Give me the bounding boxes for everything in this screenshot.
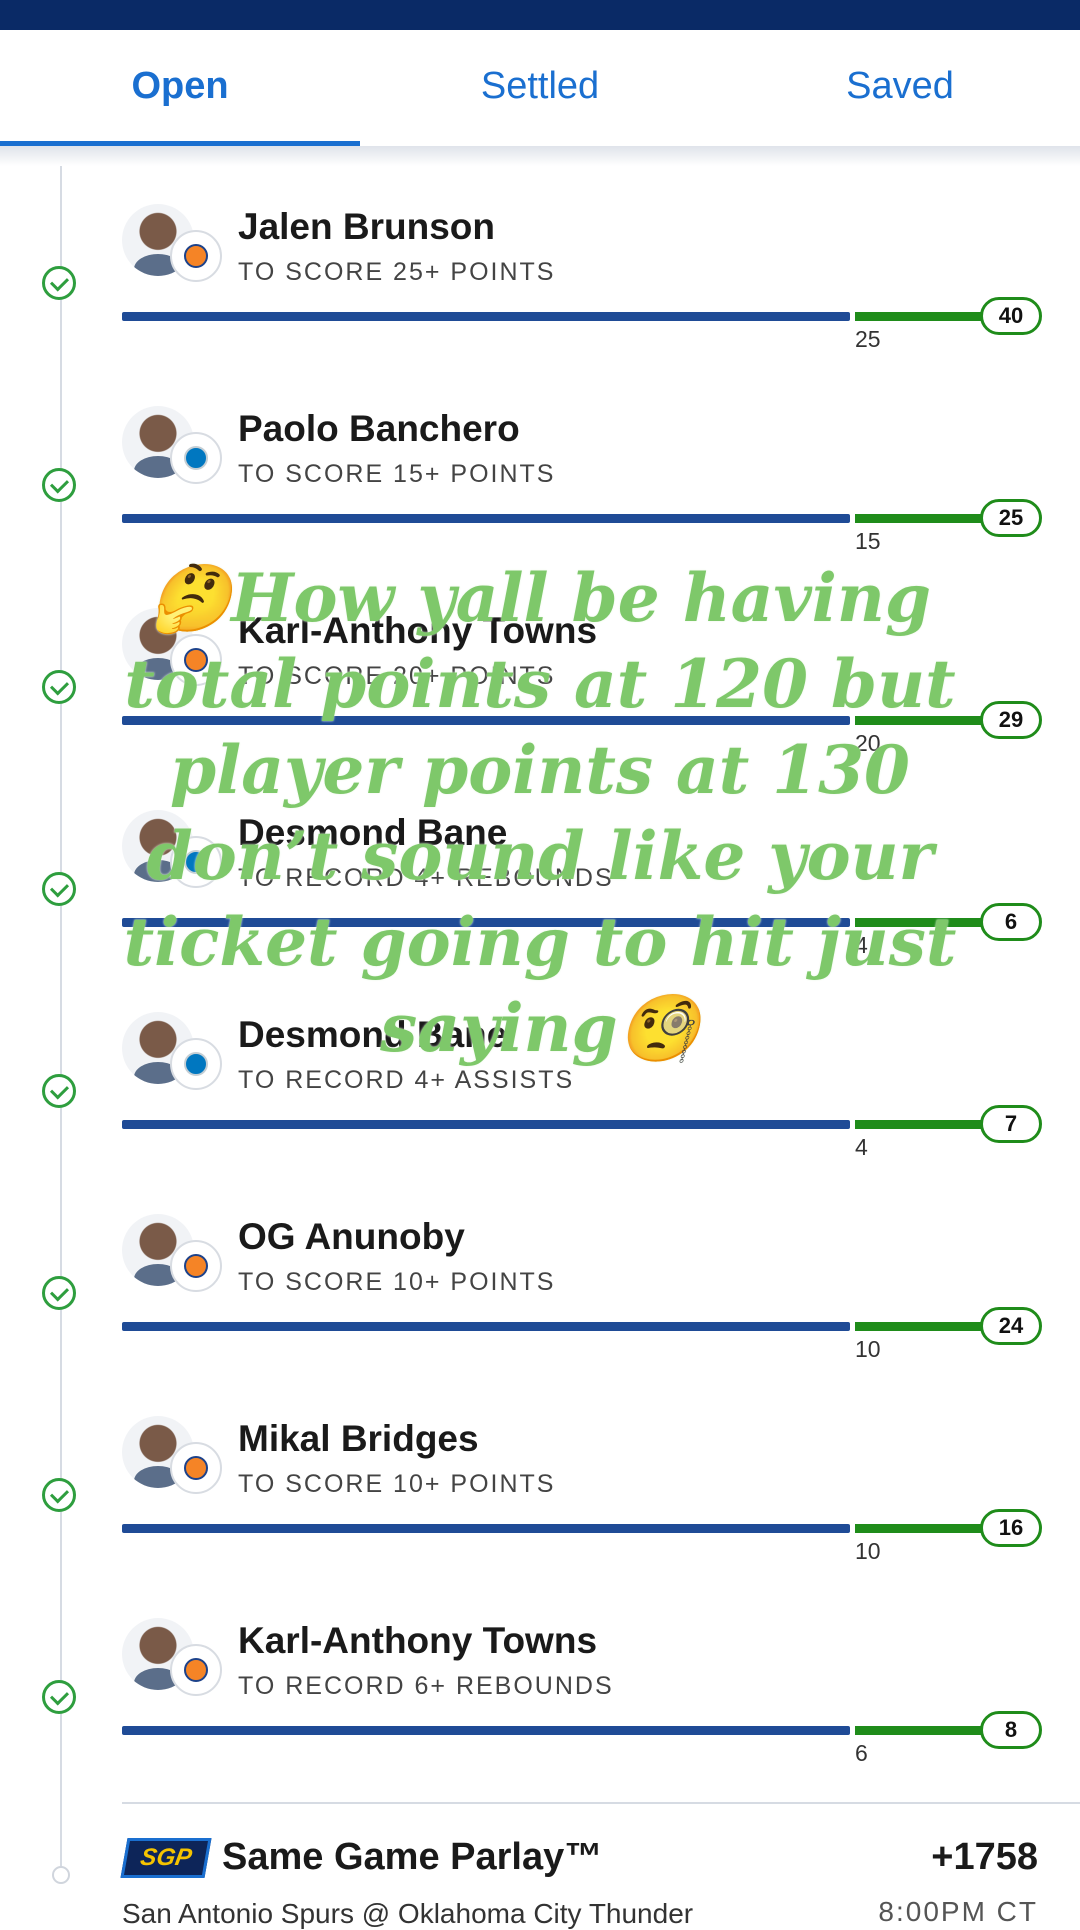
player-name: Mikal Bridges (238, 1418, 479, 1459)
tab-shadow (0, 146, 1080, 166)
progress-bar-over (855, 1120, 985, 1129)
knicks-logo-icon (170, 1644, 222, 1696)
status-strip (0, 0, 1080, 30)
parlay-title[interactable]: Same Game Parlay™ (222, 1836, 602, 1879)
checkmark-icon (42, 1680, 76, 1714)
result-value: 16 (980, 1509, 1042, 1547)
checkmark-icon (42, 266, 76, 300)
player-name: Jalen Brunson (238, 206, 495, 247)
sgp-badge: SGP (120, 1838, 212, 1878)
tab-saved[interactable]: Saved (720, 30, 1080, 146)
progress-bar-over (855, 514, 985, 523)
progress-bar (122, 1120, 850, 1129)
result-value: 8 (980, 1711, 1042, 1749)
result-value: 25 (980, 499, 1042, 537)
game-time: 8:00PM CT (878, 1896, 1038, 1927)
result-value: 24 (980, 1307, 1042, 1345)
progress-bar-over (855, 312, 985, 321)
tab-settled[interactable]: Settled (360, 30, 720, 146)
threshold-value: 10 (855, 1538, 881, 1564)
result-value: 7 (980, 1105, 1042, 1143)
checkmark-icon (42, 468, 76, 502)
progress-bar (122, 514, 850, 523)
knicks-logo-icon (170, 1240, 222, 1292)
progress-bar (122, 1726, 850, 1735)
progress-bar-over (855, 1322, 985, 1331)
result-value: 40 (980, 297, 1042, 335)
threshold-value: 6 (855, 1740, 868, 1766)
knicks-logo-icon (170, 1442, 222, 1494)
game-matchup: San Antonio Spurs @ Oklahoma City Thunde… (122, 1898, 694, 1929)
checkmark-icon (42, 670, 76, 704)
leg-row[interactable]: OG Anunoby TO SCORE 10+ POINTS 10 24 (0, 1176, 1080, 1378)
prop-description: TO SCORE 25+ POINTS (238, 258, 556, 286)
leg-row[interactable]: Karl-Anthony Towns TO RECORD 6+ REBOUNDS… (0, 1580, 1080, 1782)
magic-logo-icon (170, 432, 222, 484)
threshold-value: 25 (855, 326, 881, 352)
timeline-end-dot (52, 1866, 70, 1884)
progress-bar-over (855, 1524, 985, 1533)
progress-bar-over (855, 1726, 985, 1735)
threshold-value: 10 (855, 1336, 881, 1362)
leg-row[interactable]: Mikal Bridges TO SCORE 10+ POINTS 10 16 (0, 1378, 1080, 1580)
checkmark-icon (42, 872, 76, 906)
checkmark-icon (42, 1478, 76, 1512)
leg-row[interactable]: Paolo Banchero TO SCORE 15+ POINTS 15 25 (0, 368, 1080, 570)
leg-row[interactable]: Jalen Brunson TO SCORE 25+ POINTS 25 40 (0, 166, 1080, 368)
prop-description: TO SCORE 15+ POINTS (238, 460, 556, 488)
player-name: OG Anunoby (238, 1216, 465, 1257)
player-name: Paolo Banchero (238, 408, 520, 449)
knicks-logo-icon (170, 230, 222, 282)
checkmark-icon (42, 1276, 76, 1310)
prop-description: TO RECORD 6+ REBOUNDS (238, 1672, 614, 1700)
bet-tabs: Open Settled Saved (0, 30, 1080, 146)
progress-bar (122, 1524, 850, 1533)
tab-open[interactable]: Open (0, 30, 360, 146)
prop-description: TO SCORE 10+ POINTS (238, 1268, 556, 1296)
threshold-value: 15 (855, 528, 881, 554)
parlay-odds: +1758 (931, 1836, 1038, 1878)
checkmark-icon (42, 1074, 76, 1108)
progress-bar (122, 1322, 850, 1331)
prop-description: TO SCORE 10+ POINTS (238, 1470, 556, 1498)
player-name: Karl-Anthony Towns (238, 1620, 598, 1661)
progress-bar (122, 312, 850, 321)
threshold-value: 4 (855, 1134, 868, 1160)
overlay-caption: 🤔How yall be having total points at 120 … (123, 559, 957, 1067)
section-divider (122, 1802, 1080, 1804)
